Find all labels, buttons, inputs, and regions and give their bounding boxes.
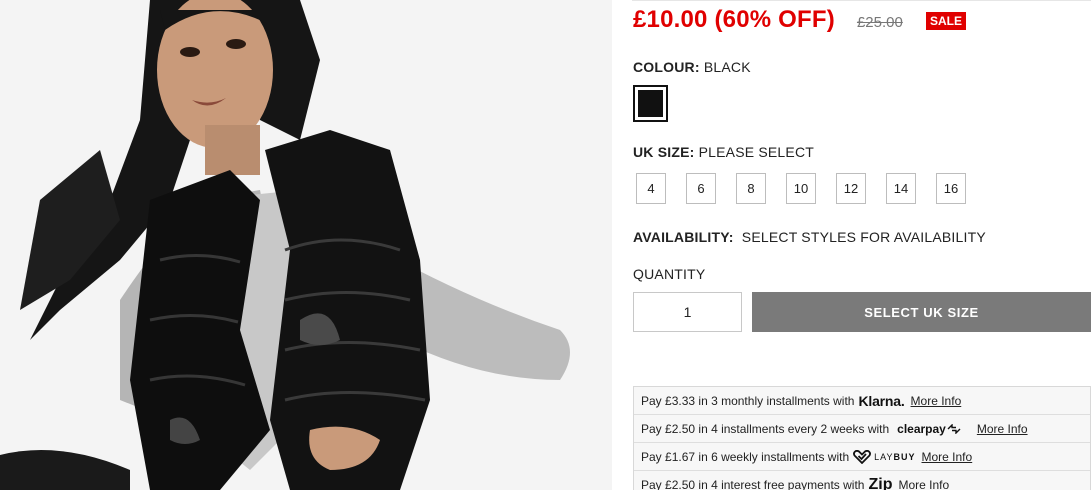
size-option-4[interactable]: 4 xyxy=(636,173,666,204)
pay-label: Pay xyxy=(641,449,662,464)
divider xyxy=(632,0,1091,1)
size-option-16[interactable]: 16 xyxy=(936,173,966,204)
availability-value: SELECT STYLES FOR AVAILABILITY xyxy=(741,229,986,245)
installments-box: Pay £3.33 in 3 monthly installments with… xyxy=(633,386,1091,490)
installment-amount: £2.50 xyxy=(665,477,696,490)
size-option-6[interactable]: 6 xyxy=(686,173,716,204)
more-info-link[interactable]: More Info xyxy=(922,450,973,464)
pay-label: Pay xyxy=(641,421,662,436)
colour-line: COLOUR: BLACK xyxy=(633,59,751,75)
installment-text: in 3 monthly installments with xyxy=(698,393,855,408)
product-info-panel: £10.00 (60% OFF) £25.00 SALE COLOUR: BLA… xyxy=(612,0,1091,490)
installment-amount: £2.50 xyxy=(665,421,696,436)
size-option-12[interactable]: 12 xyxy=(836,173,866,204)
zip-logo: Zip xyxy=(868,475,893,490)
laybuy-wordmark-bold: BUY xyxy=(893,451,916,462)
sale-badge: SALE xyxy=(926,12,967,30)
current-price: £10.00 (60% OFF) xyxy=(633,6,835,33)
colour-label: COLOUR: xyxy=(633,59,700,75)
quantity-label: QUANTITY xyxy=(633,266,706,282)
product-image[interactable] xyxy=(0,0,612,490)
installment-text: in 6 weekly installments with xyxy=(698,449,850,464)
installment-amount: £3.33 xyxy=(665,393,696,408)
size-value: PLEASE SELECT xyxy=(698,144,815,160)
installment-row-laybuy: Pay £1.67 in 6 weekly installments with … xyxy=(634,443,1090,471)
size-line: UK SIZE: PLEASE SELECT xyxy=(633,144,814,160)
colour-swatch-black[interactable] xyxy=(633,85,668,122)
price-row: £10.00 (60% OFF) £25.00 xyxy=(633,6,903,34)
clearpay-arrows-icon xyxy=(947,423,961,434)
installment-amount: £1.67 xyxy=(665,449,696,464)
size-option-14[interactable]: 14 xyxy=(886,173,916,204)
availability-line: AVAILABILITY: SELECT STYLES FOR AVAILABI… xyxy=(633,229,986,245)
installment-text: in 4 installments every 2 weeks with xyxy=(698,421,890,436)
size-options: 4 6 8 10 12 14 16 xyxy=(636,173,986,204)
installment-row-clearpay: Pay £2.50 in 4 installments every 2 week… xyxy=(634,415,1090,443)
size-option-8[interactable]: 8 xyxy=(736,173,766,204)
more-info-link[interactable]: More Info xyxy=(911,394,962,408)
klarna-logo: Klarna. xyxy=(858,392,905,409)
size-option-10[interactable]: 10 xyxy=(786,173,816,204)
laybuy-logo: LAY BUY xyxy=(853,449,916,464)
colour-value: BLACK xyxy=(703,59,751,75)
size-label: UK SIZE: xyxy=(633,144,695,160)
installment-text: in 4 interest free payments with xyxy=(698,477,865,490)
pay-label: Pay xyxy=(641,393,662,408)
original-price: £25.00 xyxy=(856,14,903,31)
pay-label: Pay xyxy=(641,477,662,490)
clearpay-wordmark: clearpay xyxy=(897,421,946,436)
clearpay-logo: clearpay xyxy=(897,422,961,436)
more-info-link[interactable]: More Info xyxy=(898,478,949,490)
select-size-button[interactable]: SELECT UK SIZE xyxy=(752,292,1091,332)
availability-label: AVAILABILITY: xyxy=(633,229,734,245)
installment-row-klarna: Pay £3.33 in 3 monthly installments with… xyxy=(634,387,1090,415)
heart-check-icon xyxy=(853,449,872,464)
more-info-link[interactable]: More Info xyxy=(977,422,1028,436)
laybuy-wordmark-light: LAY xyxy=(874,451,894,462)
model-photo xyxy=(0,0,612,490)
installment-row-zip: Pay £2.50 in 4 interest free payments wi… xyxy=(634,471,1090,490)
quantity-input[interactable] xyxy=(633,292,742,332)
swatch-fill xyxy=(638,90,663,117)
